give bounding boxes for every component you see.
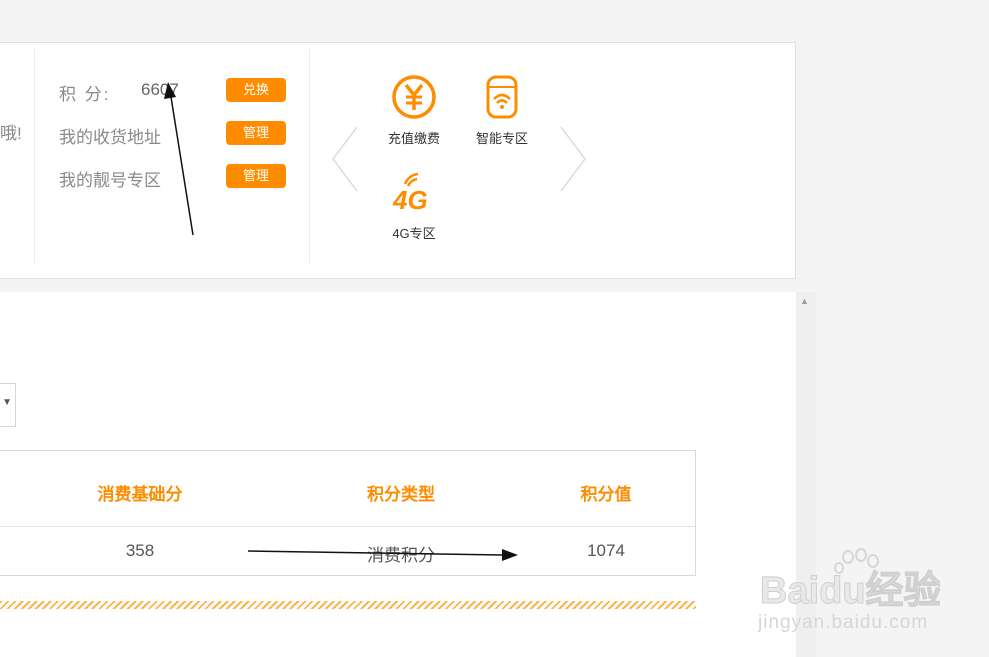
carousel-prev-arrow-icon[interactable] (330, 125, 360, 193)
yuan-circle-icon (392, 75, 436, 119)
svg-text:4G: 4G (392, 185, 428, 215)
points-table: 消费基础分 积分类型 积分值 358 消费积分 1074 (0, 450, 696, 576)
divider (34, 49, 35, 263)
4g-signal-icon: 4G (392, 172, 428, 215)
service-recharge[interactable]: 充值缴费 (369, 74, 459, 147)
divider (309, 49, 310, 263)
smart-device-icon (486, 75, 518, 119)
service-4g[interactable]: 4G 4G专区 (369, 169, 459, 242)
manage-numbers-button[interactable]: 管理 (226, 164, 286, 188)
service-label: 4G专区 (392, 226, 436, 241)
table-cell: 358 (125, 541, 155, 560)
chevron-down-icon: ▼ (2, 397, 12, 408)
table-cell: 消费积分 (367, 546, 435, 565)
baidu-jingyan-watermark: Baidu经验 (760, 548, 940, 611)
row-divider (0, 526, 695, 527)
column-header: 积分值 (580, 485, 632, 504)
svg-text:Baidu经验: Baidu经验 (760, 570, 940, 611)
truncated-greeting-text: 哦! (0, 124, 22, 143)
scroll-up-icon[interactable]: ▲ (800, 296, 809, 306)
points-value: 6607 (141, 80, 179, 99)
account-summary-card: 哦! 积 分: 6607 兑换 我的收货地址 管理 我的靓号专区 管理 充值缴费… (0, 42, 796, 279)
manage-address-button[interactable]: 管理 (226, 121, 286, 145)
table-cell: 1074 (587, 541, 625, 560)
column-header: 积分类型 (367, 485, 435, 504)
numbers-link[interactable]: 我的靓号专区 (59, 166, 161, 191)
points-label: 积 分: (59, 85, 111, 104)
address-link[interactable]: 我的收货地址 (59, 123, 161, 148)
service-label: 智能专区 (475, 131, 528, 146)
service-label: 充值缴费 (387, 131, 440, 146)
carousel-next-arrow-icon[interactable] (558, 125, 588, 193)
column-header: 消费基础分 (97, 485, 183, 504)
watermark-url: jingyan.baidu.com (758, 612, 929, 633)
decorative-stripe (0, 601, 696, 609)
service-smart[interactable]: 智能专区 (457, 74, 547, 147)
redeem-button[interactable]: 兑换 (226, 78, 286, 102)
filter-dropdown[interactable]: ▼ (0, 383, 16, 427)
